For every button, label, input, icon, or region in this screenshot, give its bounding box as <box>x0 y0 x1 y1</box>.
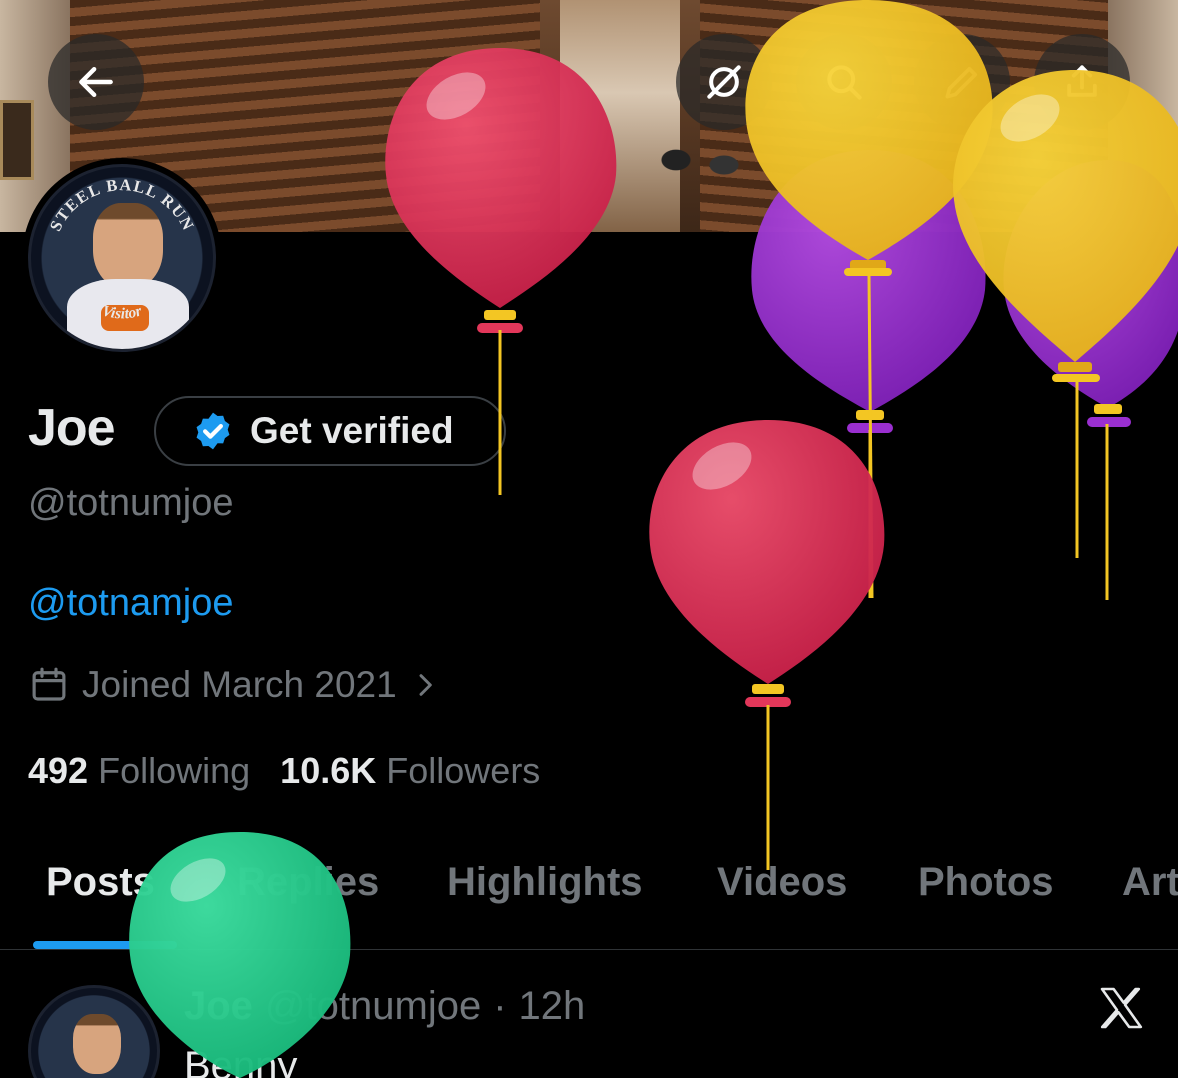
search-icon <box>827 65 862 100</box>
svg-text:Visitor: Visitor <box>100 302 145 322</box>
post-text: Benny <box>184 1044 298 1078</box>
post-avatar-face <box>73 1014 121 1074</box>
following-stat[interactable]: 492 Following <box>28 750 250 792</box>
share-button[interactable] <box>1034 34 1130 130</box>
tab-photos[interactable]: Photos <box>918 860 1054 905</box>
profile-avatar[interactable]: STEEL BALL RUN Visitor <box>22 158 222 358</box>
post-avatar[interactable] <box>28 985 160 1078</box>
get-verified-label: Get verified <box>250 410 454 451</box>
edit-button[interactable] <box>914 34 1010 130</box>
calendar-icon <box>32 667 66 701</box>
tab-replies[interactable]: Replies <box>237 860 379 905</box>
share-icon <box>1067 65 1097 97</box>
post-separator: · <box>493 984 507 1028</box>
bio-mention-link[interactable]: @totnamjoe <box>28 582 233 625</box>
avatar-ring-bottom: Visitor <box>100 302 145 322</box>
banner-people <box>640 120 760 220</box>
search-button[interactable] <box>796 34 892 130</box>
grok-icon <box>707 65 741 99</box>
profile-name: Joe <box>28 399 116 457</box>
svg-text:STEEL BALL RUN: STEEL BALL RUN <box>46 175 199 234</box>
profile-handle: @totnumjoe <box>28 482 234 524</box>
followers-stat[interactable]: 10.6K Followers <box>280 750 540 792</box>
active-tab-indicator <box>33 941 177 949</box>
balloon-red-2 <box>649 420 885 870</box>
back-button[interactable] <box>48 34 144 130</box>
post-author-name[interactable]: Joe <box>184 984 253 1029</box>
tab-articles[interactable]: Art <box>1122 860 1178 905</box>
tab-videos[interactable]: Videos <box>717 860 847 905</box>
post-header: Joe @totnumjoe · 12h <box>184 984 585 1029</box>
avatar-ring-top: STEEL BALL RUN <box>46 175 197 234</box>
banner-painting <box>0 100 34 180</box>
banner-wall-right <box>1108 0 1178 232</box>
avatar-image: STEEL BALL RUN Visitor <box>28 164 216 352</box>
joined-date-text: Joined March 2021 <box>82 664 397 705</box>
profile-tabs: Posts Replies Highlights Videos Photos A… <box>0 848 1178 950</box>
x-logo-icon[interactable] <box>1096 984 1146 1032</box>
following-count: 492 <box>28 750 89 791</box>
tab-highlights[interactable]: Highlights <box>447 860 643 905</box>
following-label: Following <box>98 750 251 791</box>
chevron-right-icon <box>419 674 432 696</box>
joined-date-row[interactable]: Joined March 2021 <box>28 664 441 706</box>
tab-posts[interactable]: Posts <box>46 860 155 905</box>
follow-stats: 492 Following 10.6K Followers <box>28 750 540 792</box>
get-verified-button[interactable]: Get verified <box>154 396 506 466</box>
followers-count: 10.6K <box>280 750 377 791</box>
grok-button[interactable] <box>676 34 772 130</box>
avatar-ring-text: STEEL BALL RUN Visitor <box>46 175 199 322</box>
verified-badge-icon <box>196 412 230 450</box>
arrow-left-icon <box>79 66 113 98</box>
followers-label: Followers <box>386 750 541 791</box>
pencil-icon <box>945 66 978 99</box>
post-author-handle: @totnumjoe <box>264 984 482 1028</box>
post-time: 12h <box>518 984 586 1028</box>
